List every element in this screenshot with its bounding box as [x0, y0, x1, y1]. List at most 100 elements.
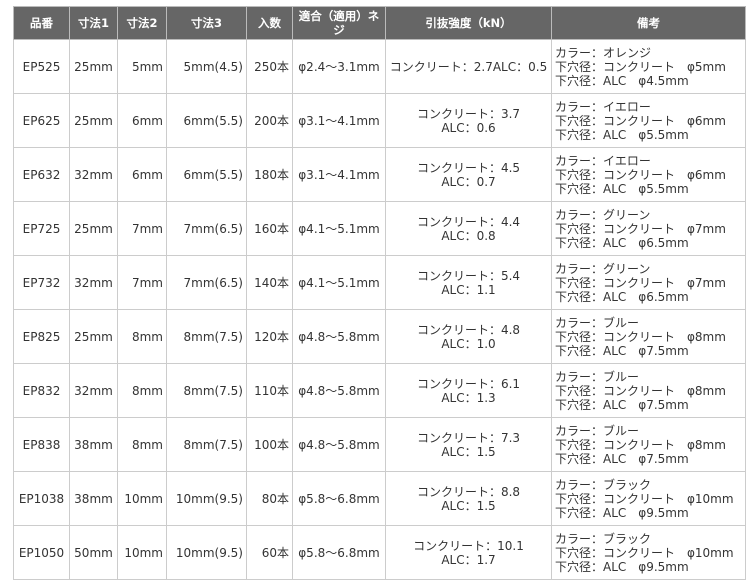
qty-cell: 200本 — [246, 93, 293, 148]
strength-line: ALC：0.7 — [441, 174, 496, 189]
table-row: EP825 25mm 8mm 8mm(7.5) 120本 φ4.8～5.8mm コンクリート… — [13, 309, 746, 364]
strength-cell: コンクリート：7.3 ALC：1.5 — [385, 417, 552, 472]
note-line: 下穴径：ALC φ7.5mm — [555, 397, 689, 412]
dim2-cell: 5mm — [117, 39, 167, 94]
notes-cell: カラー：ブラック 下穴径：コンクリート φ10mm 下穴径：ALC φ9.5mm — [551, 525, 746, 580]
note-line: カラー：ブルー — [555, 369, 640, 384]
screw-cell: φ4.1～5.1mm — [292, 201, 386, 256]
strength-line: ALC：1.5 — [441, 444, 496, 459]
note-line: 下穴径：コンクリート φ7mm — [555, 275, 726, 290]
spec-table: 品番 寸法1 寸法2 寸法3 入数 適合（適用）ネジ 引抜強度（kN） 備考 E… — [13, 6, 746, 580]
dim3-cell: 5mm(4.5) — [166, 39, 247, 94]
strength-cell: コンクリート：10.1 ALC：1.7 — [385, 525, 552, 580]
dim1-cell: 25mm — [69, 93, 118, 148]
dim3-cell: 10mm(9.5) — [166, 471, 247, 526]
note-line: 下穴径：コンクリート φ8mm — [555, 383, 726, 398]
strength-line: ALC：1.1 — [441, 282, 496, 297]
dim1-cell: 32mm — [69, 363, 118, 418]
qty-cell: 80本 — [246, 471, 293, 526]
notes-cell: カラー：イエロー 下穴径：コンクリート φ6mm 下穴径：ALC φ5.5mm — [551, 93, 746, 148]
note-line: 下穴径：コンクリート φ6mm — [555, 167, 726, 182]
table-row: EP832 32mm 8mm 8mm(7.5) 110本 φ4.8～5.8mm コンクリート… — [13, 363, 746, 418]
dim2-cell: 6mm — [117, 147, 167, 202]
part-number-cell: EP838 — [13, 417, 70, 472]
part-number-cell: EP625 — [13, 93, 70, 148]
dim3-cell: 6mm(5.5) — [166, 147, 247, 202]
header-qty: 入数 — [246, 6, 293, 40]
dim3-cell: 8mm(7.5) — [166, 309, 247, 364]
note-line: 下穴径：コンクリート φ8mm — [555, 437, 726, 452]
note-line: 下穴径：コンクリート φ7mm — [555, 221, 726, 236]
note-line: カラー：ブラック — [555, 477, 652, 492]
qty-cell: 180本 — [246, 147, 293, 202]
dim2-cell: 10mm — [117, 525, 167, 580]
table-row: EP525 25mm 5mm 5mm(4.5) 250本 φ2.4～3.1mm コンクリート… — [13, 39, 746, 94]
screw-cell: φ5.8～6.8mm — [292, 471, 386, 526]
note-line: 下穴径：ALC φ7.5mm — [555, 343, 689, 358]
strength-cell: コンクリート：6.1 ALC：1.3 — [385, 363, 552, 418]
strength-line: ALC：0.6 — [441, 120, 496, 135]
dim1-cell: 25mm — [69, 39, 118, 94]
strength-cell: コンクリート：4.4 ALC：0.8 — [385, 201, 552, 256]
strength-line: ALC：1.3 — [441, 390, 496, 405]
strength-line: ALC：0.8 — [441, 228, 496, 243]
strength-cell: コンクリート：4.8 ALC：1.0 — [385, 309, 552, 364]
note-line: 下穴径：コンクリート φ6mm — [555, 113, 726, 128]
dim3-cell: 7mm(6.5) — [166, 255, 247, 310]
strength-cell: コンクリート：2.7ALC：0.5 — [385, 39, 552, 94]
strength-cell: コンクリート：8.8 ALC：1.5 — [385, 471, 552, 526]
notes-cell: カラー：オレンジ 下穴径：コンクリート φ5mm 下穴径：ALC φ4.5mm — [551, 39, 746, 94]
screw-cell: φ4.8～5.8mm — [292, 363, 386, 418]
dim1-cell: 25mm — [69, 309, 118, 364]
notes-cell: カラー：グリーン 下穴径：コンクリート φ7mm 下穴径：ALC φ6.5mm — [551, 255, 746, 310]
qty-cell: 100本 — [246, 417, 293, 472]
dim2-cell: 7mm — [117, 201, 167, 256]
table-row: EP725 25mm 7mm 7mm(6.5) 160本 φ4.1～5.1mm コンクリート… — [13, 201, 746, 256]
note-line: 下穴径：ALC φ6.5mm — [555, 235, 689, 250]
note-line: 下穴径：コンクリート φ10mm — [555, 491, 734, 506]
note-line: 下穴径：ALC φ5.5mm — [555, 127, 689, 142]
qty-cell: 140本 — [246, 255, 293, 310]
strength-cell: コンクリート：3.7 ALC：0.6 — [385, 93, 552, 148]
part-number-cell: EP525 — [13, 39, 70, 94]
table-row: EP838 38mm 8mm 8mm(7.5) 100本 φ4.8～5.8mm コンクリート… — [13, 417, 746, 472]
table-row: EP632 32mm 6mm 6mm(5.5) 180本 φ3.1～4.1mm コンクリート… — [13, 147, 746, 202]
part-number-cell: EP1038 — [13, 471, 70, 526]
header-screw: 適合（適用）ネジ — [292, 6, 386, 40]
dim3-cell: 6mm(5.5) — [166, 93, 247, 148]
header-strength: 引抜強度（kN） — [385, 6, 552, 40]
note-line: カラー：ブルー — [555, 315, 640, 330]
strength-line: コンクリート：10.1 — [413, 538, 524, 553]
qty-cell: 110本 — [246, 363, 293, 418]
qty-cell: 250本 — [246, 39, 293, 94]
strength-line: コンクリート：7.3 — [416, 430, 521, 445]
note-line: カラー：ブラック — [555, 531, 652, 546]
note-line: カラー：イエロー — [555, 153, 651, 168]
header-part: 品番 — [13, 6, 70, 40]
dim2-cell: 8mm — [117, 363, 167, 418]
screw-cell: φ4.1～5.1mm — [292, 255, 386, 310]
note-line: 下穴径：コンクリート φ5mm — [555, 59, 726, 74]
qty-cell: 60本 — [246, 525, 293, 580]
strength-line: コンクリート：2.7ALC：0.5 — [389, 59, 548, 74]
strength-line: ALC：1.7 — [441, 552, 496, 567]
note-line: 下穴径：コンクリート φ8mm — [555, 329, 726, 344]
header-dim1: 寸法1 — [69, 6, 118, 40]
notes-cell: カラー：ブルー 下穴径：コンクリート φ8mm 下穴径：ALC φ7.5mm — [551, 417, 746, 472]
dim2-cell: 8mm — [117, 309, 167, 364]
strength-line: コンクリート：4.5 — [416, 160, 521, 175]
header-dim3: 寸法3 — [166, 6, 247, 40]
note-line: 下穴径：コンクリート φ10mm — [555, 545, 734, 560]
dim1-cell: 32mm — [69, 147, 118, 202]
dim1-cell: 25mm — [69, 201, 118, 256]
table-row: EP625 25mm 6mm 6mm(5.5) 200本 φ3.1～4.1mm コンクリート… — [13, 93, 746, 148]
screw-cell: φ4.8～5.8mm — [292, 417, 386, 472]
strength-cell: コンクリート：5.4 ALC：1.1 — [385, 255, 552, 310]
notes-cell: カラー：グリーン 下穴径：コンクリート φ7mm 下穴径：ALC φ6.5mm — [551, 201, 746, 256]
dim2-cell: 8mm — [117, 417, 167, 472]
note-line: 下穴径：ALC φ9.5mm — [555, 559, 689, 574]
strength-line: コンクリート：6.1 — [416, 376, 521, 391]
part-number-cell: EP725 — [13, 201, 70, 256]
strength-line: コンクリート：4.4 — [416, 214, 521, 229]
notes-cell: カラー：ブラック 下穴径：コンクリート φ10mm 下穴径：ALC φ9.5mm — [551, 471, 746, 526]
